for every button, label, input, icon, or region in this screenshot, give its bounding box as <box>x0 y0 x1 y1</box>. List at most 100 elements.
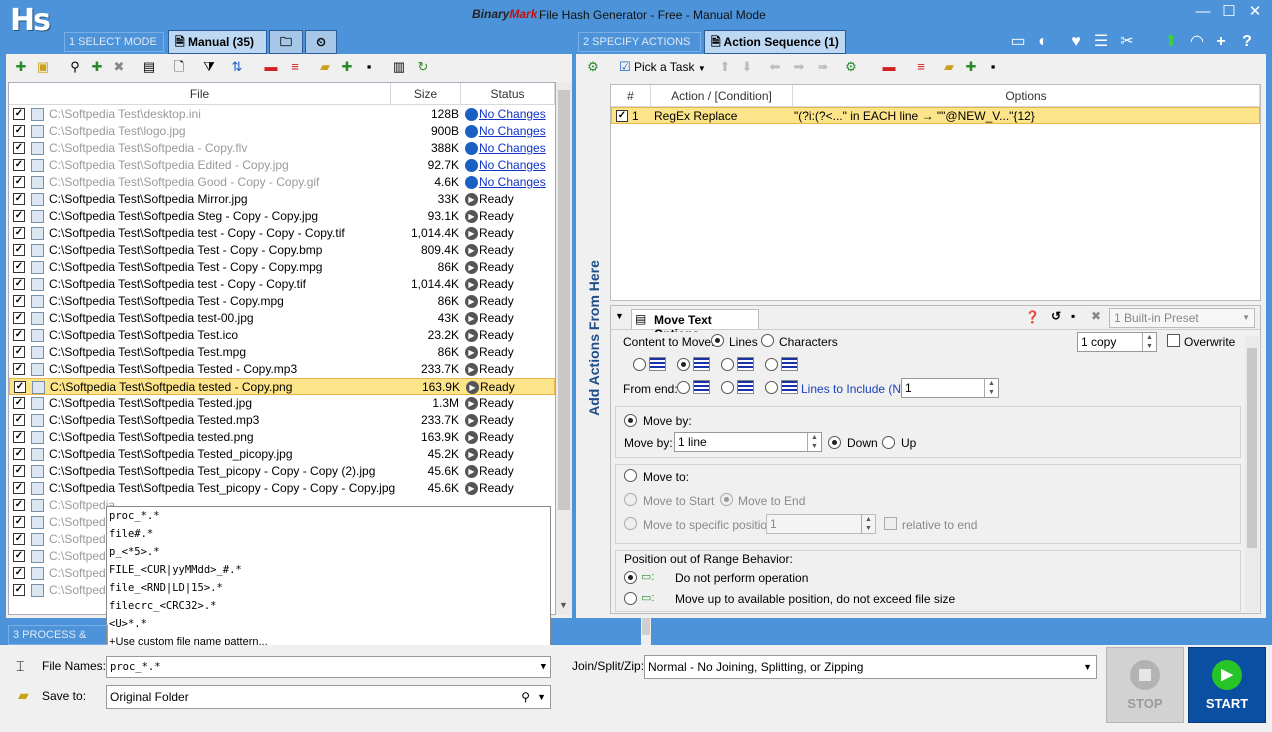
column-header-size[interactable]: Size <box>391 83 461 105</box>
move-by-field[interactable]: 1 line ▲ ▼ <box>674 432 822 452</box>
save-sequence-icon[interactable]: ▪ <box>984 58 1002 76</box>
table-row[interactable]: ✓ C:\Softpedia Test\Softpedia tested.png 1… <box>9 429 555 446</box>
remove-selected-icon[interactable]: ▬ <box>262 58 280 76</box>
column-header-file[interactable]: File <box>9 83 391 105</box>
open-folder-icon[interactable]: ▰ <box>316 58 334 76</box>
spin-icon[interactable]: ▲ ▼ <box>1142 333 1156 351</box>
tab-action-sequence[interactable]: 🗎 Action Sequence (1) <box>704 30 846 54</box>
spin-icon[interactable]: ▲ ▼ <box>861 515 875 533</box>
copies-field[interactable]: 1 copy ▲ ▼ <box>1077 332 1157 352</box>
tab-folder-mode[interactable]: 🗀 <box>269 30 303 54</box>
characters-radio[interactable] <box>761 334 774 347</box>
pick-task-button[interactable]: Pick a Task ▼ <box>634 60 706 74</box>
status-text[interactable]: No Changes <box>479 140 546 157</box>
relative-to-end-checkbox[interactable] <box>884 517 897 530</box>
table-row[interactable]: ✓ C:\Softpedia Test\Softpedia Tested.mp3 2… <box>9 412 555 429</box>
add-menu-icon[interactable]: + <box>1210 30 1232 54</box>
pattern-option[interactable]: <U>*.* <box>109 615 147 633</box>
checklist-icon[interactable]: ☰ <box>1090 30 1112 54</box>
save-to-field[interactable]: Original Folder ⚲ ▼ <box>106 685 551 709</box>
table-row[interactable]: ✓ C:\Softpedia Test\Softpedia Test_picopy… <box>9 463 555 480</box>
table-row[interactable]: ✓ C:\Softpedia Test\Softpedia Steg - Copy… <box>9 208 555 225</box>
from-end-radio-2[interactable] <box>721 381 734 394</box>
copy-list-icon[interactable]: ▥ <box>390 58 408 76</box>
scroll-down-icon[interactable]: ▼ <box>559 600 568 610</box>
search-icon[interactable]: ⚲ <box>521 686 530 708</box>
pattern-option[interactable]: proc_*.* <box>109 507 160 525</box>
row-checkbox[interactable]: ✓ <box>13 193 25 205</box>
move-to-position-radio[interactable] <box>624 517 637 530</box>
pattern-option[interactable]: file#.* <box>109 525 153 543</box>
from-end-radio-3[interactable] <box>765 381 778 394</box>
tab-scheduled-mode[interactable]: ⏲ <box>305 30 337 54</box>
row-checkbox[interactable]: ✓ <box>13 278 25 290</box>
row-checkbox[interactable]: ✓ <box>13 465 25 477</box>
table-row[interactable]: ✓ C:\Softpedia Test\Softpedia Test.ico 23.… <box>9 327 555 344</box>
reset-icon[interactable]: ↺ <box>1051 309 1061 323</box>
table-row[interactable]: ✓ C:\Softpedia Test\logo.jpg 900B No Change… <box>9 123 555 140</box>
row-checkbox[interactable]: ✓ <box>13 516 25 528</box>
table-row[interactable]: ✓ C:\Softpedia Test\Softpedia Good - Copy… <box>9 174 555 191</box>
clear-list-icon[interactable]: ≡ <box>286 58 304 76</box>
down-radio[interactable] <box>828 436 841 449</box>
lines-radio[interactable] <box>711 334 724 347</box>
row-checkbox[interactable]: ✓ <box>13 431 25 443</box>
add-list-icon[interactable]: ✚ <box>338 58 356 76</box>
pattern-option[interactable]: file_<RND|LD|15>.* <box>109 579 223 597</box>
move-left-icon[interactable]: ⬅ <box>766 58 784 76</box>
status-text[interactable]: No Changes <box>479 106 546 123</box>
chevron-down-icon[interactable]: ▼ <box>541 657 546 677</box>
move-right-icon[interactable]: ➡ <box>790 58 808 76</box>
search-add-icon[interactable]: ⚲ <box>66 58 84 76</box>
table-row[interactable]: ✓ C:\Softpedia Test\Softpedia Test.mpg 86K… <box>9 344 555 361</box>
help-icon[interactable]: ❓ <box>1025 310 1040 324</box>
row-checkbox[interactable]: ✓ <box>13 142 25 154</box>
move-up-available-radio[interactable] <box>624 592 637 605</box>
remove-item-icon[interactable]: ✖ <box>110 58 128 76</box>
table-row[interactable]: ✓ C:\Softpedia Test\Softpedia Test - Copy… <box>9 242 555 259</box>
move-to-end-radio[interactable] <box>720 493 733 506</box>
row-checkbox[interactable]: ✓ <box>13 261 25 273</box>
table-row[interactable]: ✓ C:\Softpedia Test\Softpedia test - Copy… <box>9 276 555 293</box>
indent-icon[interactable]: ➠ <box>814 58 832 76</box>
table-row[interactable]: ✓ C:\Softpedia Test\desktop.ini 128B No Cha… <box>9 106 555 123</box>
options-scrollbar[interactable] <box>1245 336 1259 612</box>
console-icon[interactable]: ▭ <box>1007 30 1029 54</box>
table-row[interactable]: ✓ C:\Softpedia Test\Softpedia tested - Co… <box>9 378 555 395</box>
options-scroll-thumb[interactable] <box>1247 348 1257 548</box>
table-row[interactable]: ✓ C:\Softpedia Test\Softpedia Mirror.jpg 3… <box>9 191 555 208</box>
status-text[interactable]: No Changes <box>479 123 546 140</box>
from-end-radio-1[interactable] <box>677 381 690 394</box>
do-not-perform-radio[interactable] <box>624 571 637 584</box>
row-checkbox[interactable]: ✓ <box>13 397 25 409</box>
wifi-icon[interactable]: ◠ <box>1186 30 1208 54</box>
row-checkbox[interactable]: ✓ <box>13 363 25 375</box>
save-icon[interactable]: ▪ <box>360 58 378 76</box>
tools-icon[interactable]: ✂ <box>1116 30 1138 54</box>
status-text[interactable]: No Changes <box>479 157 546 174</box>
table-row[interactable]: ✓ C:\Softpedia Test\Softpedia Tested_pico… <box>9 446 555 463</box>
row-checkbox[interactable]: ✓ <box>13 414 25 426</box>
range-start-radio-4[interactable] <box>765 358 778 371</box>
table-row[interactable]: ✓ C:\Softpedia Test\Softpedia Edited - Co… <box>9 157 555 174</box>
row-checkbox[interactable]: ✓ <box>14 381 26 393</box>
add-actions-side-tab[interactable]: Add Actions From Here <box>584 240 602 440</box>
table-row[interactable]: ✓ C:\Softpedia Test\Softpedia Test - Copy… <box>9 293 555 310</box>
add-folder-icon[interactable]: ▣ <box>34 58 52 76</box>
pattern-option[interactable]: p_<*5>.* <box>109 543 160 561</box>
status-text[interactable]: No Changes <box>479 174 546 191</box>
row-checkbox[interactable]: ✓ <box>13 176 25 188</box>
row-checkbox[interactable]: ✓ <box>13 125 25 137</box>
row-checkbox[interactable]: ✓ <box>13 210 25 222</box>
row-checkbox[interactable]: ✓ <box>13 244 25 256</box>
table-row[interactable]: ✓ C:\Softpedia Test\Softpedia - Copy.flv 3… <box>9 140 555 157</box>
options-tab[interactable]: ▤ Move Text Options <box>631 309 759 341</box>
file-names-field[interactable]: proc_*.* ▼ <box>106 656 551 678</box>
start-button[interactable]: ▶ START <box>1188 647 1266 723</box>
row-checkbox[interactable]: ✓ <box>13 108 25 120</box>
move-down-icon[interactable]: ⬇ <box>738 58 756 76</box>
save-preset-icon[interactable]: ▪ <box>1071 309 1075 323</box>
row-checkbox[interactable]: ✓ <box>13 533 25 545</box>
lightbulb-icon[interactable]: ♥ <box>1065 30 1087 54</box>
row-checkbox[interactable]: ✓ <box>13 295 25 307</box>
